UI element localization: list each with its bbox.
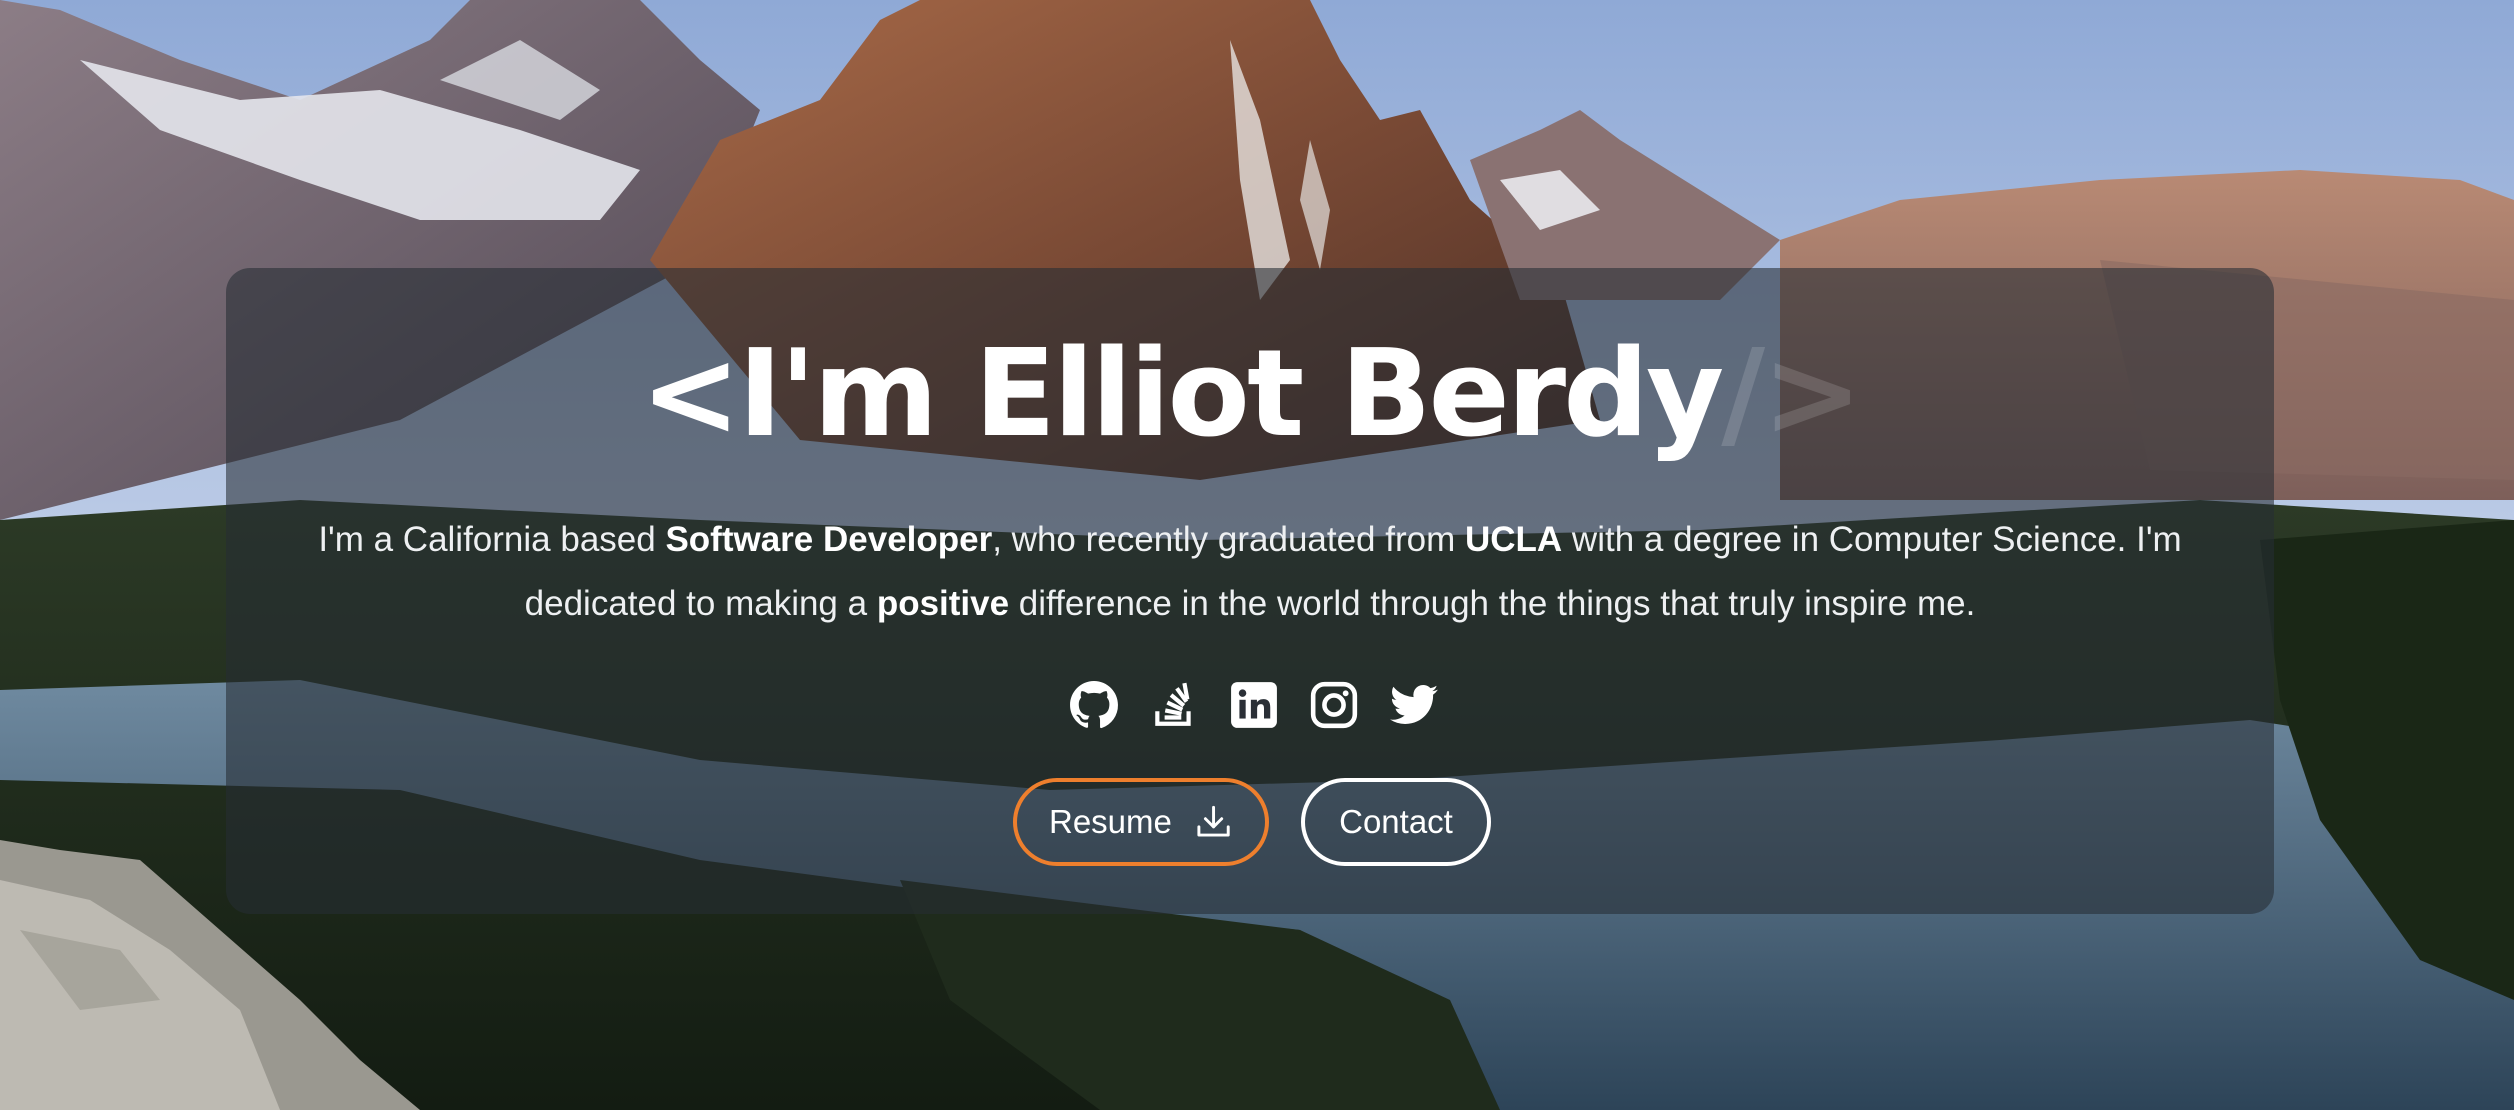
page-title: <I'm Elliot Berdy/> — [226, 320, 2274, 470]
title-main: <I'm Elliot Berdy — [640, 325, 1724, 464]
twitter-link[interactable] — [1389, 680, 1439, 730]
contact-button[interactable]: Contact — [1301, 778, 1491, 866]
bio-emphasis: positive — [876, 584, 1010, 623]
resume-button-label: Resume — [1049, 803, 1172, 840]
social-links — [226, 680, 2274, 730]
bio-part-2: , who recently graduated from — [992, 520, 1465, 559]
bio-role: Software Developer — [665, 520, 993, 559]
twitter-icon — [1390, 684, 1438, 724]
hero-section: <I'm Elliot Berdy/> I'm a California bas… — [0, 0, 2514, 1110]
github-link[interactable] — [1069, 680, 1119, 730]
instagram-icon — [1310, 681, 1358, 729]
hero-actions: Resume Contact — [226, 778, 2274, 866]
contact-button-label: Contact — [1339, 803, 1453, 840]
download-icon — [1197, 805, 1230, 837]
bio-text: I'm a California based Software Develope… — [266, 508, 2234, 636]
bio-part-4: difference in the world through the thin… — [1009, 584, 1976, 623]
github-icon — [1070, 681, 1118, 729]
title-tag-end: /> — [1721, 325, 1862, 464]
stack-overflow-link[interactable] — [1149, 680, 1199, 730]
resume-button[interactable]: Resume — [1013, 778, 1269, 866]
intro-card: <I'm Elliot Berdy/> I'm a California bas… — [226, 268, 2274, 914]
bio-school: UCLA — [1464, 520, 1563, 559]
stack-overflow-icon — [1155, 682, 1191, 726]
instagram-link[interactable] — [1309, 680, 1359, 730]
linkedin-icon — [1231, 682, 1277, 728]
bio-part-1: I'm a California based — [318, 520, 666, 559]
linkedin-link[interactable] — [1229, 680, 1279, 730]
